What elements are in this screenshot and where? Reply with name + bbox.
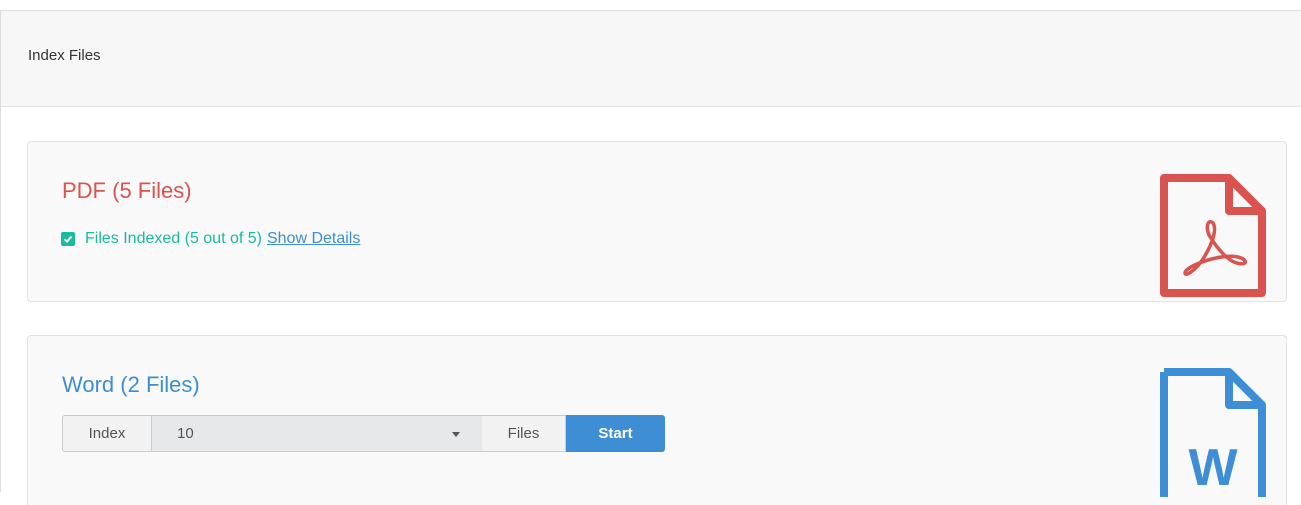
- check-icon: [61, 232, 75, 246]
- file-count-select[interactable]: 10: [152, 415, 482, 452]
- show-details-link[interactable]: Show Details: [267, 230, 360, 248]
- start-button[interactable]: Start: [566, 415, 665, 452]
- index-label: Index: [62, 415, 152, 452]
- index-files-panel: Index Files PDF (5 Files) Files Indexed …: [0, 10, 1301, 505]
- word-icon-letter: W: [1188, 439, 1238, 497]
- word-file-icon: W: [1159, 367, 1267, 502]
- files-label: Files: [482, 415, 566, 452]
- file-count-value: 10: [177, 425, 194, 442]
- panel-title: Index Files: [1, 11, 1301, 107]
- pdf-card: PDF (5 Files) Files Indexed (5 out of 5)…: [27, 141, 1287, 302]
- word-card: Word (2 Files) Index 10 Files Start W: [27, 335, 1287, 505]
- index-controls: Index 10 Files Start: [62, 415, 665, 452]
- caret-down-icon: [452, 432, 460, 437]
- pdf-status-line: Files Indexed (5 out of 5) Show Details: [61, 230, 360, 248]
- word-card-title: Word (2 Files): [62, 372, 200, 397]
- pdf-file-icon: [1159, 173, 1267, 303]
- pdf-card-title: PDF (5 Files): [62, 178, 192, 203]
- pdf-status-text: Files Indexed (5 out of 5): [85, 230, 262, 247]
